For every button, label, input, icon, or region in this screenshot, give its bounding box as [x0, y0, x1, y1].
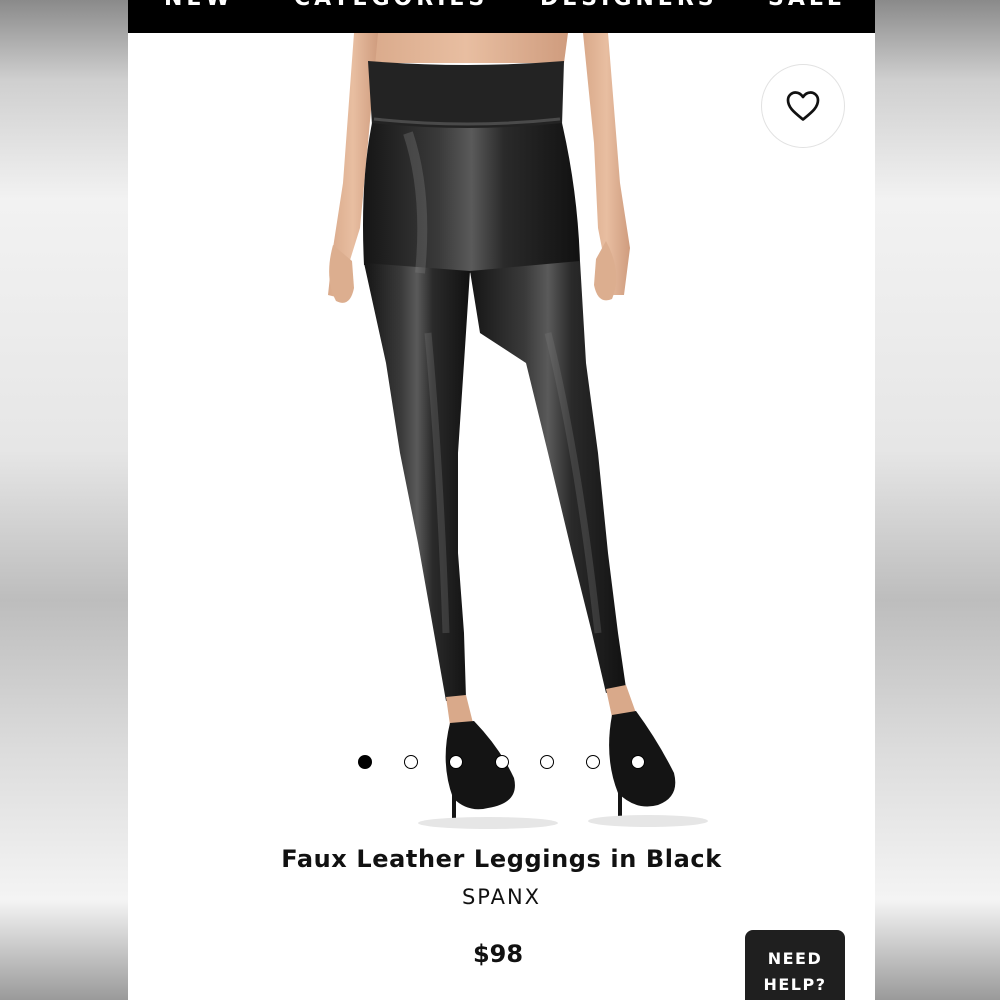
help-label-line1: NEED	[767, 949, 823, 968]
left-background	[0, 0, 128, 1000]
leggings-photo	[328, 33, 708, 829]
carousel-dot[interactable]	[494, 755, 509, 769]
carousel-dots	[128, 754, 875, 772]
carousel-dot[interactable]	[631, 755, 645, 769]
help-label-line2: HELP?	[763, 975, 827, 994]
product-price: $98	[472, 940, 524, 968]
carousel-dot[interactable]	[449, 755, 463, 769]
nav-item-designers[interactable]: DESIGNERS	[540, 0, 718, 11]
carousel-dot[interactable]	[403, 755, 418, 769]
right-background	[872, 0, 1000, 1000]
nav-item-new[interactable]: NEW	[164, 0, 234, 11]
product-image[interactable]	[128, 33, 875, 833]
wishlist-button[interactable]	[761, 64, 845, 148]
nav-item-categories[interactable]: CATEGORIES	[294, 0, 488, 11]
nav-item-sale[interactable]: SALE	[768, 0, 846, 11]
carousel-dot[interactable]	[585, 755, 600, 769]
heart-icon	[786, 91, 820, 121]
product-title: Faux Leather Leggings in Black	[281, 845, 722, 873]
product-brand[interactable]: SPANX	[128, 885, 875, 909]
product-page: NEW CATEGORIES DESIGNERS SALE	[128, 0, 875, 1000]
top-navigation: NEW CATEGORIES DESIGNERS SALE	[128, 0, 875, 33]
carousel-dot[interactable]	[358, 755, 372, 769]
carousel-dot[interactable]	[540, 755, 554, 769]
need-help-button[interactable]: NEED HELP?	[745, 930, 845, 1000]
